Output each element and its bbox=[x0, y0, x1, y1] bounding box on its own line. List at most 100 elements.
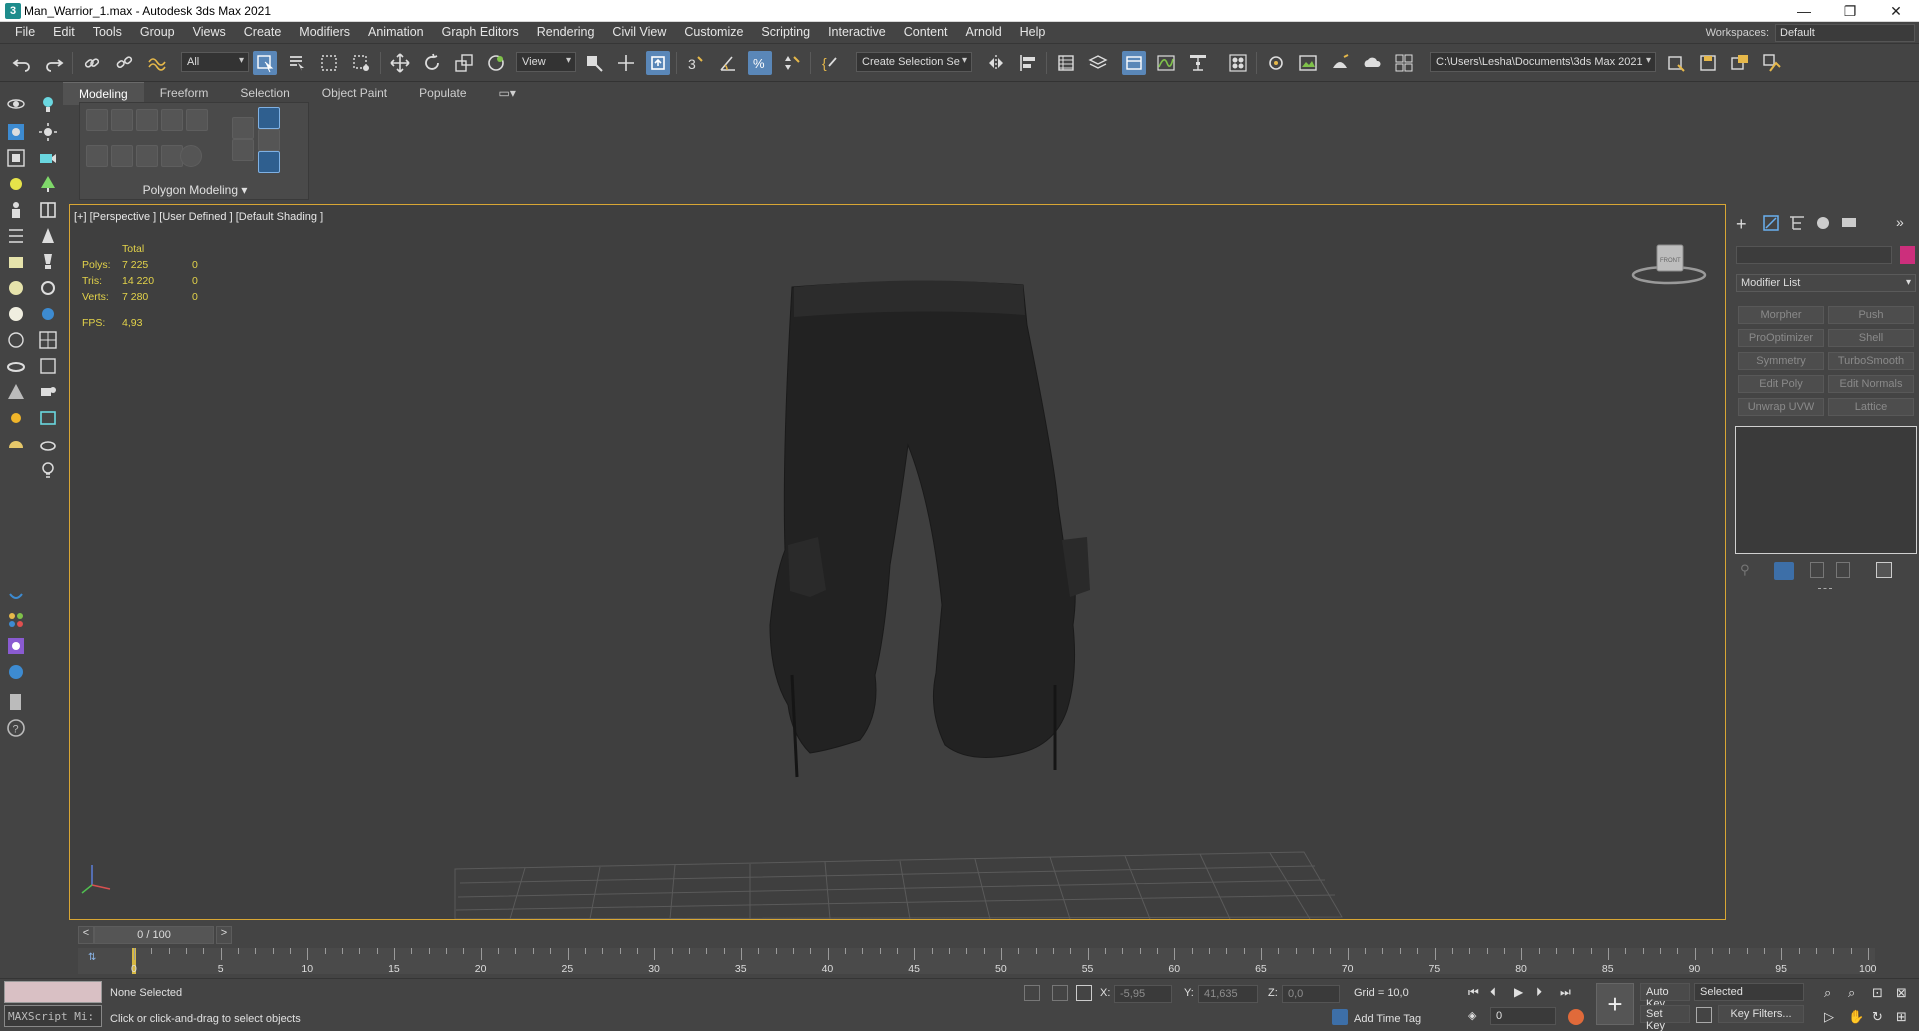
modifier-list-dropdown[interactable]: Modifier List ▾ bbox=[1736, 274, 1916, 292]
cone-icon[interactable] bbox=[36, 224, 60, 248]
play-icon[interactable]: ▶ bbox=[1514, 985, 1523, 999]
swift-loop-icon[interactable] bbox=[258, 151, 280, 173]
quickslice-icon[interactable] bbox=[258, 129, 280, 151]
hierarchy-panel-icon[interactable] bbox=[1788, 214, 1808, 234]
lamp-icon[interactable] bbox=[36, 250, 60, 274]
maxscript-mini-listener[interactable]: MAXScript Mi: bbox=[4, 1005, 102, 1027]
pivot-point-icon[interactable] bbox=[582, 51, 606, 75]
render-in-cloud-icon[interactable] bbox=[1360, 51, 1384, 75]
mirror-icon[interactable] bbox=[984, 51, 1008, 75]
select-object-icon[interactable] bbox=[253, 51, 277, 75]
x-coordinate-field[interactable]: -5,95 bbox=[1114, 985, 1172, 1003]
camera-icon[interactable] bbox=[36, 146, 60, 170]
person-icon[interactable] bbox=[4, 198, 28, 222]
cargo-pants-model[interactable] bbox=[769, 280, 1090, 778]
motion-panel-icon[interactable] bbox=[1814, 214, 1834, 234]
align-icon[interactable] bbox=[1016, 51, 1040, 75]
key-mode-toggle-icon[interactable]: ◈ bbox=[1468, 1009, 1476, 1022]
save-file-icon[interactable] bbox=[1696, 51, 1720, 75]
lattice-button[interactable]: Lattice bbox=[1828, 398, 1914, 416]
menu-content[interactable]: Content bbox=[895, 25, 957, 39]
add-time-tag-button[interactable]: Add Time Tag bbox=[1354, 1013, 1421, 1025]
viewport-layout-icon[interactable] bbox=[4, 582, 28, 606]
workspace-select[interactable]: Default bbox=[1775, 24, 1915, 42]
edge-subobject-icon[interactable] bbox=[111, 109, 133, 131]
polygon-modeling-label[interactable]: Polygon Modeling ▾ bbox=[80, 183, 310, 197]
render-production-icon[interactable] bbox=[1328, 51, 1352, 75]
zoom-extents-icon[interactable]: ⊡ bbox=[1872, 985, 1883, 1001]
key-filters-button[interactable]: Key Filters... bbox=[1718, 1005, 1804, 1023]
zoom-all-icon[interactable]: ⌕ bbox=[1848, 985, 1855, 1001]
make-unique-icon[interactable] bbox=[1810, 562, 1824, 578]
auto-key-button[interactable]: Auto Key bbox=[1640, 983, 1690, 1010]
absolute-mode-icon[interactable] bbox=[1076, 985, 1092, 1001]
modeling-options-icon[interactable] bbox=[258, 107, 280, 129]
scene-canvas[interactable] bbox=[70, 205, 1726, 920]
lightbulb-icon[interactable] bbox=[36, 458, 60, 482]
render-setup-icon[interactable] bbox=[1264, 51, 1288, 75]
hierarchy-icon[interactable] bbox=[4, 224, 28, 248]
ribbon-options-icon[interactable]: ▭▾ bbox=[483, 82, 532, 105]
modifier-stack[interactable] bbox=[1735, 426, 1917, 554]
key-mode-dropdown[interactable]: Selected bbox=[1694, 983, 1804, 1001]
viewport-perspective[interactable]: [+] [Perspective ] [User Defined ] [Defa… bbox=[69, 204, 1726, 920]
container-icon[interactable] bbox=[1760, 51, 1784, 75]
snapshot-icon[interactable] bbox=[4, 120, 28, 144]
project-folder-dropdown[interactable]: C:\Users\Lesha\Documents\3ds Max 2021 bbox=[1430, 52, 1656, 72]
isolate-selection-icon[interactable] bbox=[1024, 985, 1040, 1001]
named-selection-dropdown[interactable]: Create Selection Se bbox=[856, 52, 972, 72]
selection-lock-icon[interactable] bbox=[1052, 985, 1068, 1001]
ignore-backfacing-icon[interactable] bbox=[180, 145, 202, 167]
sun-star-icon[interactable] bbox=[4, 406, 28, 430]
keyboard-shortcut-override-icon[interactable] bbox=[646, 51, 670, 75]
menu-arnold[interactable]: Arnold bbox=[957, 25, 1011, 39]
edit-normals-button[interactable]: Edit Normals bbox=[1828, 375, 1914, 393]
scene-explorer-icon[interactable] bbox=[1054, 51, 1078, 75]
toggle-command-panel-icon[interactable] bbox=[111, 145, 133, 167]
menu-graph-editors[interactable]: Graph Editors bbox=[433, 25, 528, 39]
grid-icon[interactable] bbox=[36, 328, 60, 352]
window-crossing-icon[interactable] bbox=[349, 51, 373, 75]
menu-animation[interactable]: Animation bbox=[359, 25, 433, 39]
box-icon[interactable] bbox=[4, 250, 28, 274]
select-manipulate-icon[interactable] bbox=[614, 51, 638, 75]
show-end-result-icon[interactable] bbox=[1774, 562, 1794, 580]
particle-icon[interactable] bbox=[4, 608, 28, 632]
z-coordinate-field[interactable]: 0,0 bbox=[1282, 985, 1340, 1003]
maximize-button[interactable]: ❐ bbox=[1827, 0, 1873, 22]
redo-icon[interactable] bbox=[42, 51, 66, 75]
scale-icon[interactable] bbox=[452, 51, 476, 75]
element-subobject-icon[interactable] bbox=[186, 109, 208, 131]
next-frame-icon[interactable]: ⏵ bbox=[1536, 985, 1542, 1000]
display-panel-icon[interactable] bbox=[1840, 214, 1860, 234]
maxscript-listener-output[interactable] bbox=[4, 981, 102, 1003]
menu-civil-view[interactable]: Civil View bbox=[603, 25, 675, 39]
maximize-viewport-icon[interactable]: ⊞ bbox=[1896, 1009, 1907, 1025]
morpher-button[interactable]: Morpher bbox=[1738, 306, 1824, 324]
preserve-uvs-icon[interactable] bbox=[232, 117, 254, 139]
geosphere-icon[interactable] bbox=[4, 328, 28, 352]
prooptimizer-button[interactable]: ProOptimizer bbox=[1738, 329, 1824, 347]
globe-icon[interactable] bbox=[4, 660, 28, 684]
asset-tracking-icon[interactable] bbox=[1728, 51, 1752, 75]
border-subobject-icon[interactable] bbox=[136, 109, 158, 131]
unlink-icon[interactable] bbox=[112, 51, 136, 75]
light-gear-icon[interactable] bbox=[4, 172, 28, 196]
menu-rendering[interactable]: Rendering bbox=[528, 25, 604, 39]
menu-interactive[interactable]: Interactive bbox=[819, 25, 895, 39]
set-key-button[interactable]: Set Key bbox=[1640, 1005, 1690, 1031]
refresh-icon[interactable] bbox=[36, 276, 60, 300]
menu-customize[interactable]: Customize bbox=[675, 25, 752, 39]
link-icon[interactable] bbox=[80, 51, 104, 75]
menu-help[interactable]: Help bbox=[1011, 25, 1055, 39]
push-button[interactable]: Push bbox=[1828, 306, 1914, 324]
go-to-end-icon[interactable]: ⏭ bbox=[1560, 985, 1571, 1000]
sun-icon[interactable] bbox=[36, 120, 60, 144]
modify-mode-icon[interactable] bbox=[86, 145, 108, 167]
a360-gallery-icon[interactable] bbox=[1392, 51, 1416, 75]
turbosmooth-button[interactable]: TurboSmooth bbox=[1828, 352, 1914, 370]
remove-modifier-icon[interactable] bbox=[1836, 562, 1850, 578]
symmetry-button[interactable]: Symmetry bbox=[1738, 352, 1824, 370]
menu-tools[interactable]: Tools bbox=[84, 25, 131, 39]
key-filters-icon[interactable] bbox=[1696, 1007, 1712, 1023]
